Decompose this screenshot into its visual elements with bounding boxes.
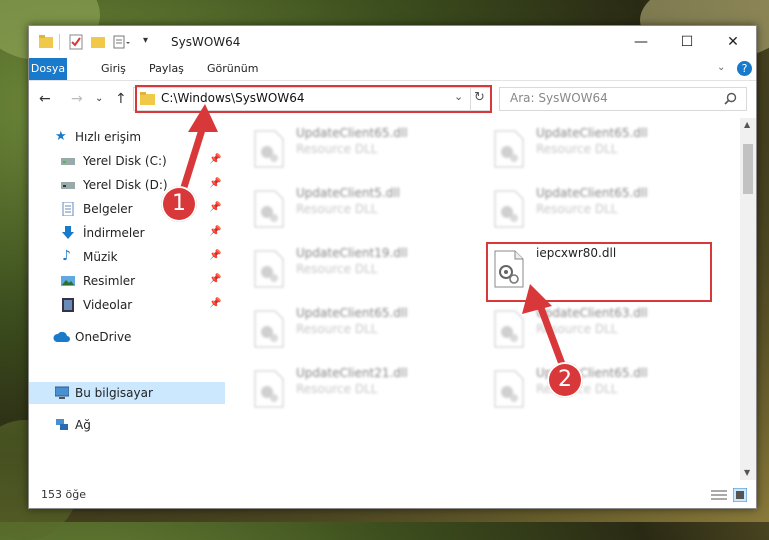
- file-item[interactable]: UpdateClient65.dll Resource DLL: [488, 184, 718, 234]
- document-icon: [62, 202, 74, 216]
- scroll-down-icon[interactable]: ▼: [744, 468, 750, 477]
- drive-icon: [61, 182, 75, 189]
- nav-item-downloads[interactable]: İndirmeler 📌: [29, 222, 225, 244]
- pin-icon[interactable]: 📌: [209, 226, 221, 237]
- file-item[interactable]: UpdateClient21.dll Resource DLL: [248, 364, 478, 414]
- item-count: 153 öğe: [41, 488, 86, 501]
- drive-icon: [61, 158, 75, 165]
- nav-item-network[interactable]: Ağ: [29, 414, 225, 436]
- nav-item-quick-access[interactable]: ★ Hızlı erişim: [29, 126, 225, 148]
- title-bar: ▾ SysWOW64 — ☐ ✕: [29, 26, 756, 58]
- customize-toolbar-icon[interactable]: [113, 34, 131, 50]
- search-icon[interactable]: [724, 92, 737, 105]
- pin-icon[interactable]: 📌: [209, 178, 221, 189]
- scroll-up-icon[interactable]: ▲: [744, 120, 750, 129]
- search-input[interactable]: Ara: SysWOW64: [510, 91, 608, 105]
- file-item[interactable]: UpdateClient65.dll Resource DLL: [488, 124, 718, 174]
- nav-item-music[interactable]: ♪ Müzik 📌: [29, 246, 225, 268]
- explorer-window: ▾ SysWOW64 — ☐ ✕ Dosya Giriş Paylaş Görü…: [28, 25, 757, 509]
- pin-icon[interactable]: 📌: [209, 274, 221, 285]
- file-item[interactable]: UpdateClient65.dll Resource DLL: [248, 124, 478, 174]
- up-arrow-icon[interactable]: ↑: [115, 91, 127, 107]
- star-icon: ★: [55, 129, 67, 144]
- nav-item-videos[interactable]: Videolar 📌: [29, 294, 225, 316]
- nav-item-this-pc[interactable]: Bu bilgisayar: [29, 382, 225, 404]
- scrollbar-thumb[interactable]: [743, 144, 753, 194]
- details-view-icon[interactable]: [711, 489, 727, 501]
- file-highlight-box: [486, 242, 712, 302]
- file-item[interactable]: UpdateClient63.dll Resource DLL: [488, 304, 718, 354]
- maximize-button[interactable]: ☐: [664, 26, 710, 58]
- nav-item-local-disk-d[interactable]: Yerel Disk (D:) 📌: [29, 174, 225, 196]
- vertical-scrollbar[interactable]: ▲ ▼: [740, 118, 756, 480]
- dll-file-icon: [494, 130, 524, 168]
- step-badge-2: 2: [547, 362, 583, 398]
- pictures-icon: [61, 276, 75, 286]
- back-arrow-icon[interactable]: ←: [39, 91, 51, 107]
- forward-arrow-icon[interactable]: →: [71, 91, 83, 107]
- status-bar: 153 öğe: [29, 482, 756, 508]
- dll-file-icon: [254, 310, 284, 348]
- folder-icon: [39, 35, 53, 48]
- pin-icon[interactable]: 📌: [209, 154, 221, 165]
- dll-file-icon: [254, 370, 284, 408]
- navigation-pane: ★ Hızlı erişim Yerel Disk (C:) 📌 Yerel D…: [29, 118, 225, 480]
- file-item[interactable]: UpdateClient5.dll Resource DLL: [248, 184, 478, 234]
- video-icon: [62, 298, 74, 312]
- search-box[interactable]: Ara: SysWOW64: [499, 87, 747, 111]
- nav-item-local-disk-c[interactable]: Yerel Disk (C:) 📌: [29, 150, 225, 172]
- large-icons-view-icon[interactable]: [733, 488, 747, 502]
- cloud-icon: [53, 331, 70, 342]
- step-badge-1: 1: [161, 186, 197, 222]
- help-button[interactable]: ?: [737, 61, 752, 76]
- tab-view[interactable]: Görünüm: [197, 58, 268, 80]
- tab-home[interactable]: Giriş: [91, 58, 136, 80]
- pin-icon[interactable]: 📌: [209, 202, 221, 213]
- download-icon: [62, 226, 74, 239]
- quick-access-dropdown-icon[interactable]: ▾: [143, 35, 148, 51]
- dll-file-icon: [494, 370, 524, 408]
- nav-item-pictures[interactable]: Resimler 📌: [29, 270, 225, 292]
- dll-file-icon: [494, 310, 524, 348]
- pin-icon[interactable]: 📌: [209, 250, 221, 261]
- file-item[interactable]: UpdateClient65.dll Resource DLL: [488, 364, 718, 414]
- network-icon: [56, 419, 68, 430]
- ribbon: Dosya Giriş Paylaş Görünüm ⌄ ?: [29, 58, 756, 81]
- window-title: SysWOW64: [171, 35, 241, 49]
- pin-icon[interactable]: 📌: [209, 298, 221, 309]
- music-icon: ♪: [62, 248, 71, 264]
- file-item[interactable]: UpdateClient65.dll Resource DLL: [248, 304, 478, 354]
- dll-file-icon: [254, 190, 284, 228]
- file-list: UpdateClient65.dll Resource DLL UpdateCl…: [226, 118, 740, 480]
- dll-file-icon: [254, 250, 284, 288]
- tab-share[interactable]: Paylaş: [139, 58, 194, 80]
- recent-locations-icon[interactable]: ⌄: [95, 93, 103, 104]
- file-item[interactable]: UpdateClient19.dll Resource DLL: [248, 244, 478, 294]
- expand-ribbon-icon[interactable]: ⌄: [717, 62, 725, 73]
- nav-item-onedrive[interactable]: OneDrive: [29, 326, 225, 348]
- computer-icon: [55, 386, 69, 399]
- properties-icon[interactable]: [69, 34, 83, 50]
- close-button[interactable]: ✕: [710, 26, 756, 58]
- dll-file-icon: [254, 130, 284, 168]
- new-folder-icon[interactable]: [91, 34, 105, 50]
- tab-file[interactable]: Dosya: [29, 58, 67, 80]
- address-highlight-box: [135, 85, 492, 113]
- minimize-button[interactable]: —: [618, 26, 664, 58]
- dll-file-icon: [494, 190, 524, 228]
